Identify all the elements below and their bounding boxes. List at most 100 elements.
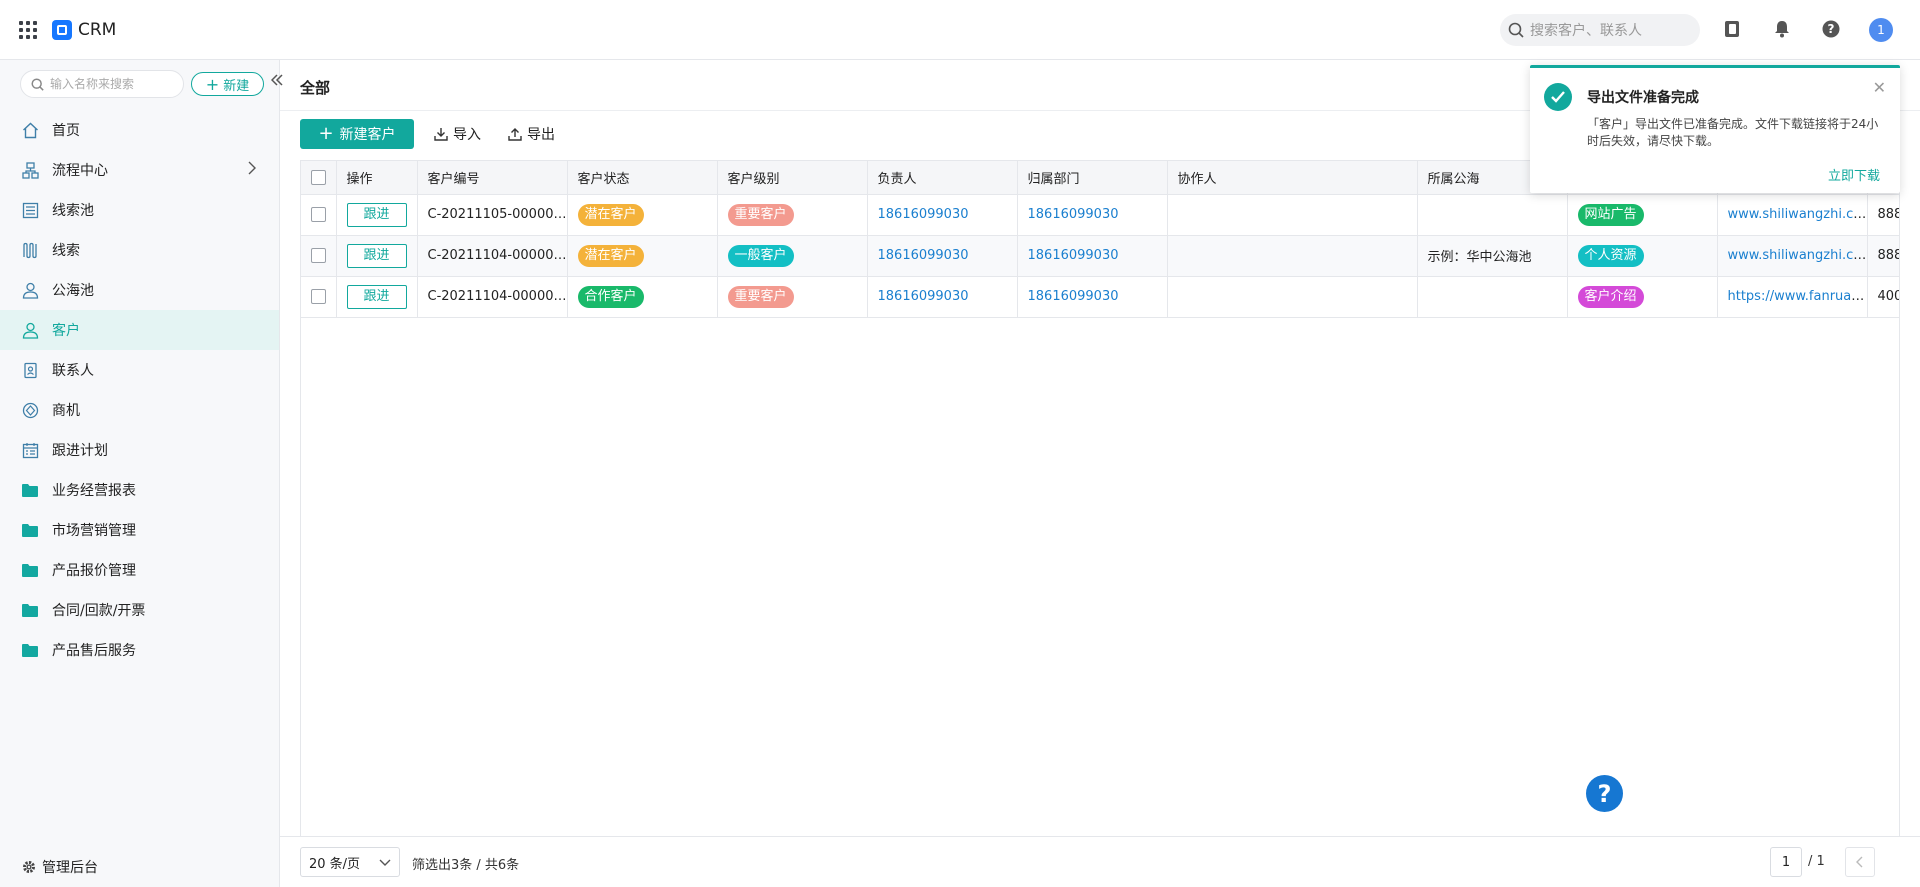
owner-link[interactable]: 18616099030 [878,248,969,263]
close-icon[interactable]: ✕ [1873,78,1886,97]
customer-id-cell[interactable]: C-20211104-0000002 [417,276,568,318]
folder-icon [21,561,39,579]
sidebar-menu: 首页 流程中心 线索池 线索 公海池 客户 联系人 商机 跟进计划 业务经营报表… [0,110,279,670]
action-cell: 跟进 [336,235,418,277]
dept-link[interactable]: 18616099030 [1028,248,1119,263]
dept-link[interactable]: 18616099030 [1028,289,1119,304]
dept-link[interactable]: 18616099030 [1028,207,1119,222]
follow-up-button[interactable]: 跟进 [346,202,407,227]
contact-icon [21,361,39,379]
download-now-link[interactable]: 立即下载 [1828,165,1880,184]
row-select-cell[interactable] [301,194,337,236]
column-header[interactable]: 客户状态 [567,161,718,195]
sidebar-item-contracts[interactable]: 合同/回款/开票 [0,590,279,630]
import-button[interactable]: 导入 [434,124,481,144]
home-icon [21,121,39,139]
column-header[interactable]: 客户级别 [717,161,868,195]
view-title[interactable]: 全部 [300,77,330,98]
sidebar-item-flow-center[interactable]: 流程中心 [0,150,279,190]
book-icon[interactable] [1721,18,1743,40]
page-size-select[interactable]: 20 条/页 [300,847,400,877]
svg-text:?: ? [1828,22,1835,36]
row-select-cell[interactable] [301,276,337,318]
check-circle-icon [1544,83,1572,111]
row-checkbox[interactable] [311,289,326,304]
customer-table-container[interactable]: 操作 客户编号 客户状态 客户级别 负责人 归属部门 协作人 所属公海 跟进 C… [300,160,1900,836]
avatar[interactable]: 1 [1869,18,1893,42]
app-grid-icon[interactable] [19,20,37,39]
sidebar-item-label: 合同/回款/开票 [52,603,146,619]
sidebar-item-home[interactable]: 首页 [0,110,279,150]
owner-link[interactable]: 18616099030 [878,207,969,222]
select-all-checkbox[interactable] [311,169,326,185]
top-bar: CRM ? 1 [0,0,1920,60]
sidebar-item-business-reports[interactable]: 业务经营报表 [0,470,279,510]
sidebar-item-lead-pool[interactable]: 线索池 [0,190,279,230]
select-all-cell[interactable] [301,161,337,195]
column-header[interactable]: 客户编号 [417,161,568,195]
sidebar-item-customers[interactable]: 客户 [0,310,279,350]
page-number-input[interactable]: 1 [1770,847,1802,877]
collaborator-cell[interactable] [1167,235,1418,277]
sidebar-search[interactable] [20,70,184,98]
admin-console-link[interactable]: 管理后台 [22,857,98,877]
customer-id-cell[interactable]: C-20211105-0000001 [417,194,568,236]
global-search[interactable] [1500,14,1700,46]
new-customer-button[interactable]: + 新建客户 [300,119,414,149]
collaborator-cell[interactable] [1167,276,1418,318]
sidebar-item-public-pool[interactable]: 公海池 [0,270,279,310]
export-label: 导出 [527,127,555,143]
table-row[interactable]: 跟进 C-20211104-0000003 潜在客户 一般客户 18616099… [301,235,1899,277]
sidebar: + 新建 首页 流程中心 线索池 线索 公海池 客户 [0,60,283,887]
table-row[interactable]: 跟进 C-20211105-0000001 潜在客户 重要客户 18616099… [301,194,1899,236]
column-header[interactable]: 操作 [336,161,418,195]
pool-cell[interactable]: 示例：华中公海池 [1417,235,1568,277]
level-cell: 重要客户 [717,194,868,236]
sidebar-search-input[interactable] [50,77,180,91]
sidebar-item-follow-plan[interactable]: 跟进计划 [0,430,279,470]
owner-link[interactable]: 18616099030 [878,289,969,304]
row-checkbox[interactable] [311,248,326,263]
dept-cell: 18616099030 [1017,235,1168,277]
website-link[interactable]: www.shiliwangzhi.com [1728,207,1867,222]
column-header[interactable]: 协作人 [1167,161,1418,195]
sidebar-new-button[interactable]: + 新建 [191,72,264,96]
follow-up-button[interactable]: 跟进 [346,243,407,268]
sidebar-item-opportunities[interactable]: 商机 [0,390,279,430]
global-search-input[interactable] [1530,22,1690,38]
sidebar-item-marketing[interactable]: 市场营销管理 [0,510,279,550]
table-row[interactable]: 跟进 C-20211104-0000002 合作客户 重要客户 18616099… [301,276,1899,318]
new-customer-label: 新建客户 [339,127,396,143]
phone-cell[interactable]: 400 [1867,276,1899,318]
source-cell: 客户介绍 [1567,276,1718,318]
phone-cell[interactable]: 888 [1867,194,1899,236]
page-size-value: 20 条/页 [309,856,361,872]
sidebar-item-label: 线索 [52,243,80,259]
column-header[interactable]: 负责人 [867,161,1018,195]
pool-cell[interactable] [1417,276,1568,318]
sidebar-item-leads[interactable]: 线索 [0,230,279,270]
row-checkbox[interactable] [311,207,326,222]
prev-page-button[interactable] [1845,847,1875,877]
user-icon [21,281,39,299]
folder-icon [21,521,39,539]
sidebar-item-label: 首页 [52,123,80,139]
sidebar-item-product-quotes[interactable]: 产品报价管理 [0,550,279,590]
crm-logo-icon [52,19,72,40]
customer-id-cell[interactable]: C-20211104-0000003 [417,235,568,277]
export-button[interactable]: 导出 [508,124,555,144]
pool-cell[interactable] [1417,194,1568,236]
row-select-cell[interactable] [301,235,337,277]
website-link[interactable]: www.shiliwangzhi.com [1728,248,1867,263]
column-header[interactable]: 归属部门 [1017,161,1168,195]
sidebar-new-label: 新建 [223,78,250,94]
collaborator-cell[interactable] [1167,194,1418,236]
sidebar-item-contacts[interactable]: 联系人 [0,350,279,390]
follow-up-button[interactable]: 跟进 [346,284,407,309]
phone-cell[interactable]: 888 [1867,235,1899,277]
help-icon[interactable]: ? [1820,18,1842,40]
website-link[interactable]: https://www.fanruan.com [1728,289,1867,304]
sidebar-item-after-sales[interactable]: 产品售后服务 [0,630,279,670]
bell-icon[interactable] [1771,18,1793,40]
help-fab-button[interactable]: ? [1586,775,1623,812]
